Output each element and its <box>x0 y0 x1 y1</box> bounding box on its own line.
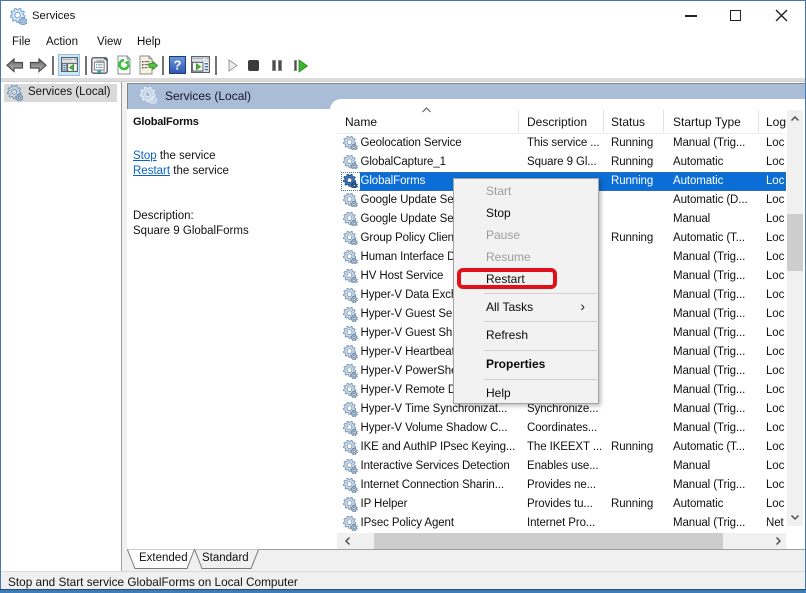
svg-text:?: ? <box>174 58 182 73</box>
